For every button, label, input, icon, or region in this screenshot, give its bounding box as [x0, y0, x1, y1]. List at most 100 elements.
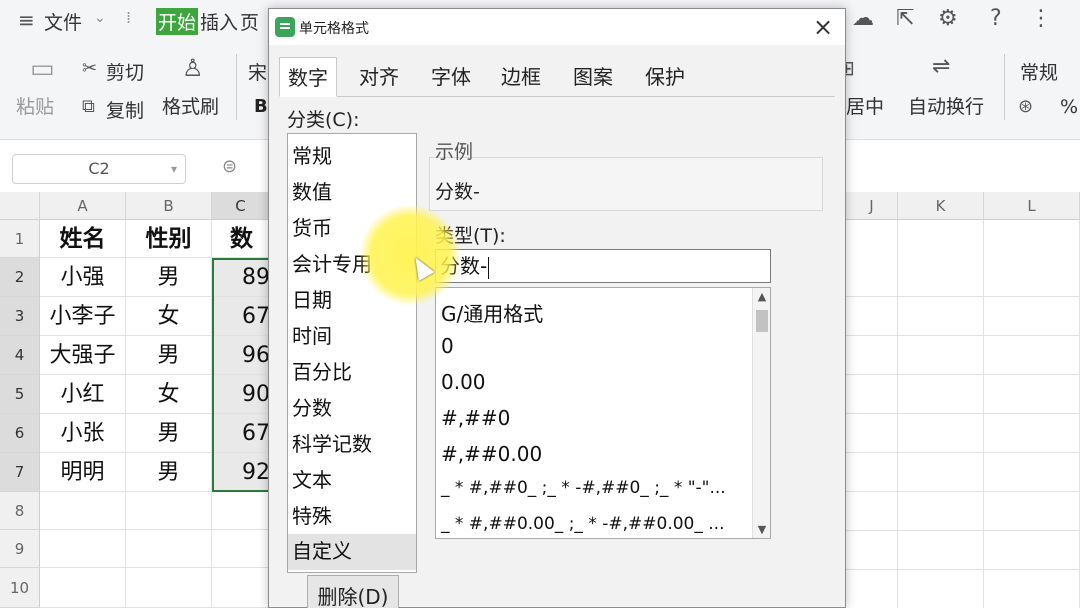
row-header[interactable]: 2: [0, 258, 40, 297]
more-icon[interactable]: ⋮: [1030, 6, 1052, 31]
list-item[interactable]: #,##0.00: [441, 442, 542, 466]
share-icon[interactable]: ⇱: [896, 6, 914, 31]
scrollbar-thumb[interactable]: [756, 310, 768, 332]
tab-pattern[interactable]: 图案: [565, 57, 621, 97]
row-header[interactable]: 10: [0, 568, 40, 608]
row-header[interactable]: 9: [0, 530, 40, 568]
settings-icon[interactable]: ⚙: [938, 6, 958, 31]
table-cell[interactable]: [212, 492, 270, 530]
format-code-list[interactable]: G/通用格式 0 0.00 #,##0 #,##0.00 _ * #,##0_ …: [435, 287, 771, 539]
list-item-selected[interactable]: 自定义: [288, 534, 416, 570]
table-cell[interactable]: 男: [126, 258, 212, 297]
row-header[interactable]: 4: [0, 336, 40, 375]
dialog-titlebar[interactable]: 单元格格式 ×: [269, 9, 845, 45]
name-box[interactable]: C2 ▾: [12, 154, 186, 184]
list-item[interactable]: 日期: [292, 284, 332, 313]
tab-alignment[interactable]: 对齐: [351, 57, 407, 97]
table-cell[interactable]: [126, 530, 212, 568]
row-header[interactable]: 3: [0, 297, 40, 336]
list-item[interactable]: 货币: [292, 212, 332, 241]
list-item[interactable]: G/通用格式: [441, 298, 543, 327]
list-item[interactable]: 特殊: [292, 500, 332, 529]
list-item[interactable]: #,##0: [441, 406, 510, 430]
column-header-k[interactable]: K: [898, 192, 984, 220]
currency-icon[interactable]: ⊛: [1018, 96, 1033, 117]
list-item[interactable]: 常规: [292, 140, 332, 169]
list-item[interactable]: 分数: [292, 392, 332, 421]
list-item[interactable]: 数值: [292, 176, 332, 205]
tab-number[interactable]: 数字: [279, 57, 337, 97]
column-header-l[interactable]: L: [984, 192, 1080, 220]
list-item[interactable]: 会计专用: [292, 248, 372, 277]
column-header-c[interactable]: C: [212, 192, 270, 220]
zoom-icon[interactable]: ⊜: [222, 156, 237, 177]
row-header[interactable]: 5: [0, 375, 40, 414]
scissors-icon[interactable]: ✂: [82, 58, 97, 79]
row-header[interactable]: 6: [0, 414, 40, 453]
copy-button[interactable]: 复制: [106, 96, 144, 123]
customize-icon[interactable]: ⁞: [126, 8, 131, 27]
tab-font[interactable]: 字体: [423, 57, 479, 97]
row-header[interactable]: 1: [0, 220, 40, 258]
column-header-j[interactable]: J: [846, 192, 898, 220]
list-item[interactable]: 0.00: [441, 370, 486, 394]
table-cell[interactable]: [212, 568, 270, 608]
merge-center-button[interactable]: 居中: [846, 92, 884, 119]
list-item[interactable]: 科学记数: [292, 428, 372, 457]
list-item[interactable]: 0: [441, 334, 454, 358]
table-cell[interactable]: [212, 530, 270, 568]
bold-icon[interactable]: B: [254, 96, 268, 117]
type-input[interactable]: 分数-: [435, 249, 771, 283]
list-item[interactable]: _ * #,##0_ ;_ * -#,##0_ ;_ * "-"...: [441, 478, 726, 498]
list-item[interactable]: 时间: [292, 320, 332, 349]
chevron-down-icon[interactable]: ⌄: [94, 10, 106, 26]
table-header-cell[interactable]: 数学: [212, 220, 270, 258]
table-cell[interactable]: 小强: [40, 258, 126, 297]
category-list[interactable]: 常规 数值 货币 会计专用 日期 时间 百分比 分数 科学记数 文本 特殊 自定…: [287, 133, 417, 573]
menu-icon[interactable]: ≡: [18, 8, 35, 32]
tab-border[interactable]: 边框: [493, 57, 549, 97]
cloud-sync-icon[interactable]: ☁: [852, 6, 874, 31]
table-cell[interactable]: 女: [126, 297, 212, 336]
tab-start[interactable]: 开始: [156, 8, 199, 35]
wrap-text-icon[interactable]: ⇌: [932, 54, 950, 79]
paste-button[interactable]: 粘贴: [16, 92, 54, 119]
chevron-up-icon[interactable]: ▲: [753, 290, 770, 303]
table-cell[interactable]: [40, 492, 126, 530]
wrap-text-button[interactable]: 自动换行: [908, 92, 984, 119]
table-cell[interactable]: [40, 568, 126, 608]
table-cell[interactable]: 男: [126, 453, 212, 492]
table-cell[interactable]: [126, 568, 212, 608]
file-menu[interactable]: 文件: [44, 8, 82, 35]
format-cells-dialog[interactable]: 单元格格式 × 数字 对齐 字体 边框 图案 保护 分类(C): 常规 数值 货…: [268, 8, 846, 608]
cut-button[interactable]: 剪切: [106, 58, 144, 85]
help-icon[interactable]: ?: [990, 6, 1002, 31]
chevron-down-icon[interactable]: ▼: [753, 523, 770, 536]
column-header-a[interactable]: A: [40, 192, 126, 220]
list-item[interactable]: _ * #,##0.00_ ;_ * -#,##0.00_ ...: [441, 514, 724, 534]
tab-protection[interactable]: 保护: [637, 57, 693, 97]
clipboard-icon[interactable]: ▭: [30, 54, 55, 84]
table-cell[interactable]: 大强子: [40, 336, 126, 375]
copy-icon[interactable]: ⧉: [82, 96, 95, 117]
table-cell[interactable]: 明明: [40, 453, 126, 492]
row-header[interactable]: 8: [0, 492, 40, 530]
close-icon[interactable]: ×: [809, 13, 837, 41]
delete-button[interactable]: 删除(D): [307, 575, 399, 608]
list-item[interactable]: 百分比: [292, 356, 352, 385]
table-cell[interactable]: 男: [126, 336, 212, 375]
table-header-cell[interactable]: 性别: [126, 220, 212, 258]
font-name-partial[interactable]: 宋: [248, 58, 267, 85]
chevron-down-icon[interactable]: ▾: [171, 155, 177, 183]
scrollbar[interactable]: ▲ ▼: [752, 288, 770, 538]
table-cell[interactable]: 小红: [40, 375, 126, 414]
tab-page-partial[interactable]: 页: [240, 8, 259, 35]
select-all-corner[interactable]: [0, 192, 40, 220]
brush-icon[interactable]: ♙: [182, 54, 204, 82]
format-painter-button[interactable]: 格式刷: [162, 92, 219, 119]
table-cell[interactable]: 女: [126, 375, 212, 414]
table-cell[interactable]: 小李子: [40, 297, 126, 336]
table-cell[interactable]: 小张: [40, 414, 126, 453]
percent-button[interactable]: %: [1060, 96, 1078, 118]
row-header[interactable]: 7: [0, 453, 40, 492]
